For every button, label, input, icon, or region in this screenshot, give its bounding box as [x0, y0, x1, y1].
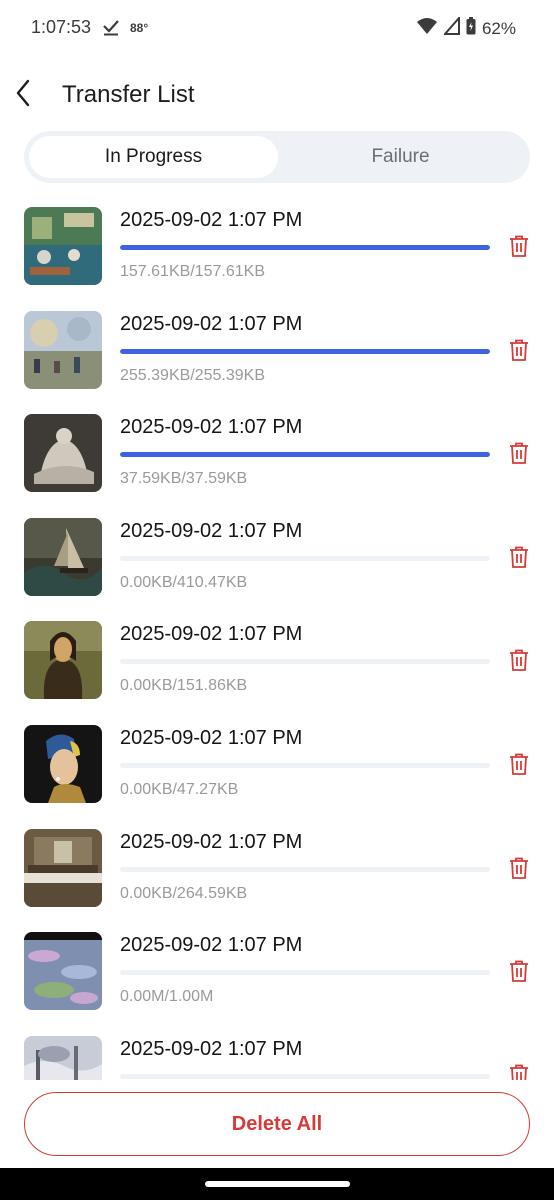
progress-fill [120, 245, 490, 250]
tab-switcher: In Progress Failure [24, 131, 530, 183]
thumbnail-image [24, 621, 102, 700]
transfer-item: 2025-09-02 1:07 PM 157.61KB/157.61KB [0, 194, 554, 298]
thumbnail-image [24, 310, 102, 389]
thumbnail-image [24, 1035, 102, 1080]
transfer-size: 0.00KB/264.59KB [120, 884, 248, 902]
transfer-item: 2025-09-02 1:07 PM 0.00KB/410.47KB [0, 505, 554, 609]
home-indicator[interactable] [205, 1181, 350, 1187]
transfer-date: 2025-09-02 1:07 PM [120, 623, 303, 646]
delete-icon[interactable] [507, 441, 531, 465]
progress-track [120, 866, 490, 872]
transfer-date: 2025-09-02 1:07 PM [120, 830, 303, 853]
transfer-size: 0.00KB/47.27KB [120, 780, 239, 798]
progress-fill [120, 348, 490, 354]
thumbnail-image [24, 724, 102, 803]
thumbnail-image [24, 932, 102, 1011]
thumbnail-image [24, 517, 102, 596]
tab-failure[interactable]: Failure [276, 136, 525, 178]
transfer-item: 2025-09-02 1:07 PM 37.59KB/37.59KB [0, 401, 554, 505]
transfer-date: 2025-09-02 1:07 PM [120, 416, 303, 439]
wifi-icon [416, 17, 438, 40]
delete-icon[interactable] [507, 648, 531, 672]
system-nav-bar [0, 1168, 554, 1200]
delete-icon[interactable] [507, 856, 531, 880]
battery-percent: 62% [481, 18, 516, 38]
transfer-size: 37.59KB/37.59KB [120, 470, 248, 488]
status-temperature: 88° [130, 21, 149, 35]
download-done-icon [101, 17, 121, 42]
transfer-size: 255.39KB/255.39KB [120, 366, 266, 384]
delete-icon[interactable] [507, 338, 531, 362]
status-bar: 1:07:53 88° 62% [0, 0, 554, 56]
page-title: Transfer List [62, 81, 195, 108]
progress-track [120, 348, 490, 354]
transfer-date: 2025-09-02 1:07 PM [120, 312, 303, 335]
back-button[interactable] [8, 78, 38, 112]
delete-icon[interactable] [507, 1063, 531, 1080]
progress-track [120, 762, 490, 768]
tab-in-progress[interactable]: In Progress [29, 136, 278, 178]
progress-track [120, 452, 490, 458]
transfer-list: 2025-09-02 1:07 PM 157.61KB/157.61KB 202… [0, 194, 554, 1080]
transfer-size: 0.00KB/410.47KB [120, 573, 248, 591]
transfer-item: 2025-09-02 1:07 PM [0, 1023, 554, 1080]
transfer-date: 2025-09-02 1:07 PM [120, 1037, 303, 1060]
thumbnail-image [24, 828, 102, 907]
progress-track [120, 1073, 490, 1079]
progress-track [120, 555, 490, 561]
transfer-item: 2025-09-02 1:07 PM 0.00KB/47.27KB [0, 712, 554, 816]
transfer-date: 2025-09-02 1:07 PM [120, 519, 303, 542]
progress-track [120, 659, 490, 665]
transfer-date: 2025-09-02 1:07 PM [120, 209, 303, 231]
transfer-item: 2025-09-02 1:07 PM 0.00KB/264.59KB [0, 816, 554, 920]
thumbnail-image [24, 207, 102, 285]
transfer-size: 157.61KB/157.61KB [120, 263, 266, 280]
delete-icon[interactable] [507, 234, 531, 258]
delete-icon[interactable] [507, 959, 531, 983]
transfer-date: 2025-09-02 1:07 PM [120, 726, 303, 749]
progress-fill [120, 452, 490, 458]
transfer-date: 2025-09-02 1:07 PM [120, 934, 303, 957]
transfer-item: 2025-09-02 1:07 PM 0.00KB/151.86KB [0, 608, 554, 712]
cell-signal-icon [442, 15, 460, 40]
transfer-size: 0.00KB/151.86KB [120, 677, 248, 695]
transfer-item: 2025-09-02 1:07 PM 0.00M/1.00M [0, 919, 554, 1023]
app-header: Transfer List [0, 70, 554, 120]
delete-icon[interactable] [507, 752, 531, 776]
status-time: 1:07:53 [31, 17, 92, 37]
delete-all-button[interactable]: Delete All [24, 1092, 530, 1156]
progress-track [120, 970, 490, 976]
transfer-item: 2025-09-02 1:07 PM 255.39KB/255.39KB [0, 298, 554, 402]
transfer-size: 0.00M/1.00M [120, 988, 214, 1006]
battery-icon [466, 17, 476, 40]
delete-icon[interactable] [507, 545, 531, 569]
progress-track [120, 245, 490, 250]
thumbnail-image [24, 414, 102, 493]
status-icons: 62% [416, 15, 516, 40]
chevron-left-icon [15, 79, 31, 112]
